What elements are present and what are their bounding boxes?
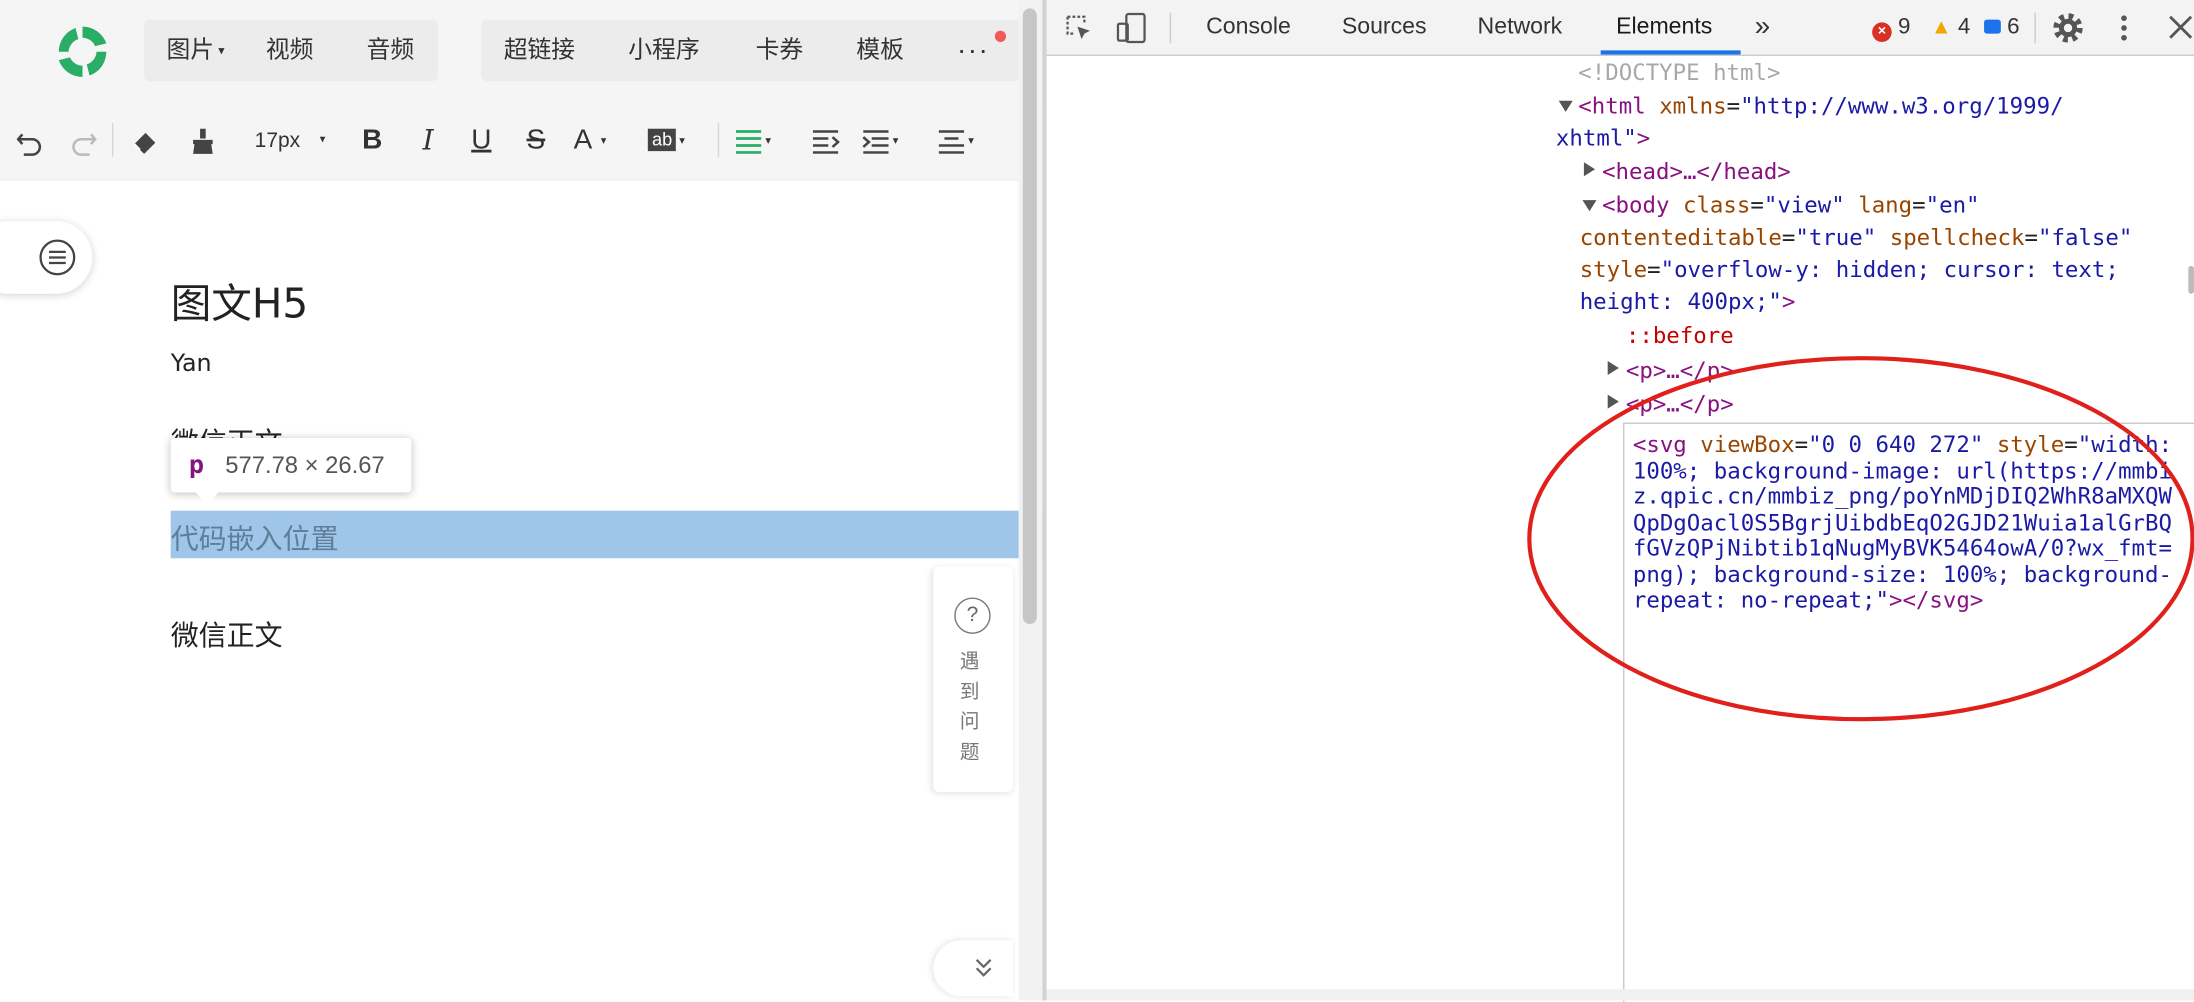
insert-menu: 超链接 小程序 卡券 模板 — [481, 19, 1021, 82]
settings-icon[interactable] — [2051, 11, 2085, 45]
inspect-icon[interactable] — [1063, 13, 1094, 44]
tooltip-tag: p — [188, 450, 205, 480]
menu-item-image[interactable]: 图片 ▾ — [167, 20, 225, 82]
menu-item-miniprogram[interactable]: 小程序 — [628, 20, 699, 82]
dom-doctype[interactable]: <!DOCTYPE html> — [1578, 57, 1780, 88]
double-chevron-down-icon — [975, 959, 992, 977]
eraser-icon[interactable] — [127, 120, 163, 159]
highlight-icon[interactable]: ab ▾ — [647, 120, 704, 159]
dom-body-line[interactable]: <body class="view" lang="en" — [1602, 190, 1979, 221]
dom-p-node[interactable]: <p>…</p> — [1626, 355, 1734, 386]
more-menu-button[interactable]: ··· — [957, 20, 989, 82]
dom-head[interactable]: <head>…</head> — [1602, 157, 1791, 188]
toolbar-divider — [717, 123, 720, 157]
dom-scrollbar-thumb[interactable] — [2188, 265, 2194, 294]
paragraph[interactable]: 微信正文 — [171, 613, 283, 654]
line-height-icon[interactable]: ▾ — [937, 120, 987, 159]
outline-button[interactable] — [0, 221, 93, 294]
close-icon[interactable] — [2167, 14, 2194, 41]
dom-p-node[interactable]: <p>…</p> — [1626, 389, 1734, 420]
dom-body-line-wrap[interactable]: height: 400px;"> — [1580, 287, 1796, 318]
dom-tree: <!DOCTYPE html> <html xmlns="http://www.… — [1047, 56, 2194, 1002]
article-title[interactable]: 图文H5 — [171, 271, 308, 330]
article-author[interactable]: Yan — [171, 350, 212, 378]
menu-item-template[interactable]: 模板 — [856, 20, 904, 82]
help-button[interactable]: ? 遇到问题 — [933, 566, 1014, 792]
dom-body-line-wrap[interactable]: style="overflow-y: hidden; cursor: text; — [1580, 255, 2119, 286]
editor-pane: 图片 ▾ 视频 音频 超链接 小程序 卡券 模板 ··· 17px ▾ B I … — [0, 0, 1044, 1001]
message-count[interactable]: 6 — [1984, 0, 2020, 55]
editor-topbar: 图片 ▾ 视频 音频 超链接 小程序 卡券 模板 ··· — [0, 0, 1044, 101]
edit-as-html-code[interactable]: <svg viewBox="0 0 640 272" style="width:… — [1633, 431, 2176, 613]
dom-html-line-wrap[interactable]: xhtml"> — [1556, 123, 1650, 154]
expand-triangle[interactable] — [1607, 360, 1619, 375]
more-tabs-button[interactable]: » — [1755, 0, 1771, 55]
font-color-icon[interactable]: A ▾ — [574, 120, 622, 159]
expand-triangle[interactable] — [1582, 200, 1597, 212]
align-icon[interactable]: ▾ — [735, 120, 785, 159]
toolbar-divider — [111, 123, 114, 157]
warning-count[interactable]: ▲ 4 — [1931, 0, 1970, 55]
help-label: 遇到问题 — [959, 650, 980, 764]
line-spacing-icon[interactable]: ▾ — [862, 120, 912, 159]
tooltip-dimensions: 577.78 × 26.67 — [225, 451, 385, 479]
dom-before-pseudo[interactable]: ::before — [1626, 320, 1734, 351]
redo-icon[interactable] — [66, 120, 102, 159]
expand-triangle[interactable] — [1607, 394, 1619, 409]
edit-as-html-box[interactable]: <svg viewBox="0 0 640 272" style="width:… — [1623, 422, 2194, 1002]
dom-body-line-wrap[interactable]: contenteditable="true" spellcheck="false… — [1580, 222, 2133, 253]
selected-paragraph-text[interactable]: 代码嵌入位置 — [171, 516, 339, 557]
underline-icon[interactable]: U — [465, 120, 499, 159]
error-icon: × — [1872, 22, 1892, 42]
tabbar-divider — [2034, 12, 2036, 44]
media-menu: 图片 ▾ 视频 音频 — [144, 19, 438, 82]
message-icon — [1984, 19, 2001, 34]
format-brush-icon[interactable] — [185, 120, 221, 159]
tabbar-divider — [1169, 12, 1172, 44]
devtools-panel: Console Sources Network Elements » × 9 ▲… — [1046, 0, 2194, 1002]
expand-triangle[interactable] — [1583, 162, 1596, 177]
indent-icon[interactable] — [809, 120, 843, 159]
tab-sources[interactable]: Sources — [1342, 0, 1427, 55]
format-toolbar: 17px ▾ B I U S A ▾ ab ▾ ▾ ▾ ▾ — [0, 100, 1019, 181]
scroll-down-button[interactable] — [933, 940, 1014, 997]
editor-scrollbar-thumb[interactable] — [1022, 8, 1037, 625]
notification-dot — [994, 30, 1007, 42]
strikethrough-icon[interactable]: S — [519, 120, 553, 159]
element-inspect-tooltip: p 577.78 × 26.67 — [170, 437, 412, 506]
help-icon: ? — [954, 597, 991, 634]
undo-icon[interactable] — [11, 120, 47, 159]
tab-network[interactable]: Network — [1478, 0, 1563, 55]
dom-horizontal-scrollbar[interactable] — [1046, 989, 2194, 1001]
font-size-select[interactable]: 17px ▾ — [255, 120, 339, 159]
error-count[interactable]: × 9 — [1872, 0, 1910, 55]
menu-item-audio[interactable]: 音频 — [367, 20, 415, 82]
active-tab-indicator — [1600, 50, 1741, 55]
device-icon[interactable] — [1115, 11, 1149, 45]
menu-item-coupon[interactable]: 卡券 — [756, 20, 804, 82]
expand-triangle[interactable] — [1558, 100, 1573, 112]
outline-icon — [39, 239, 76, 276]
dom-html-line[interactable]: <html xmlns="http://www.w3.org/1999/ — [1578, 91, 2063, 122]
menu-item-hyperlink[interactable]: 超链接 — [504, 20, 575, 82]
logo-icon[interactable] — [53, 22, 112, 81]
tab-elements[interactable]: Elements — [1616, 0, 1712, 55]
bold-icon[interactable]: B — [355, 120, 389, 159]
warning-icon: ▲ — [1930, 15, 1952, 40]
italic-icon[interactable]: I — [411, 120, 445, 159]
devtools-tabbar: Console Sources Network Elements » × 9 ▲… — [1046, 0, 2194, 56]
more-vertical-icon[interactable] — [2113, 13, 2135, 44]
menu-item-video[interactable]: 视频 — [266, 20, 314, 82]
tab-console[interactable]: Console — [1206, 0, 1291, 55]
